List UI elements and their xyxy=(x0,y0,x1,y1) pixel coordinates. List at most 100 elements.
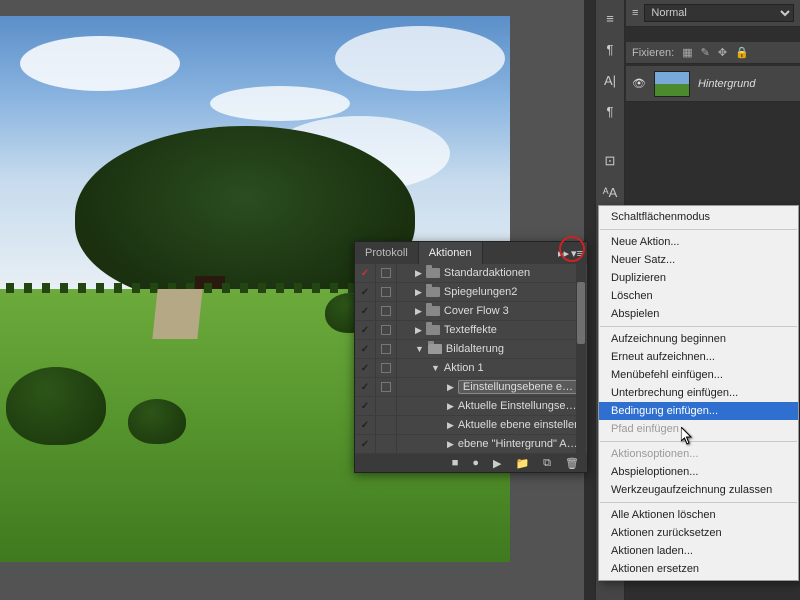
action-label: Aktuelle Einstellungsebe xyxy=(458,400,587,412)
toggle-checkmark[interactable]: ✓ xyxy=(355,359,376,377)
toggle-checkmark[interactable]: ✓ xyxy=(355,378,376,396)
tool-icon[interactable]: ⊡ xyxy=(600,151,621,171)
toggle-checkmark[interactable]: ✓ xyxy=(355,435,376,453)
tool-icon[interactable]: A| xyxy=(600,70,621,90)
tool-icon[interactable]: ≡ xyxy=(600,8,621,28)
dialog-toggle[interactable] xyxy=(376,302,397,320)
menu-item[interactable]: Löschen xyxy=(599,287,798,305)
disclosure-triangle-icon[interactable]: ▶ xyxy=(415,306,422,317)
dialog-toggle[interactable] xyxy=(376,378,397,396)
dialog-toggle[interactable] xyxy=(376,340,397,358)
toggle-checkmark[interactable]: ✓ xyxy=(355,397,376,415)
folder-icon xyxy=(426,268,440,278)
play-icon[interactable]: ▶ xyxy=(493,457,501,470)
tab-actions[interactable]: Aktionen xyxy=(419,242,483,264)
toggle-checkmark[interactable]: ✓ xyxy=(355,340,376,358)
folder-icon xyxy=(426,306,440,316)
action-row[interactable]: ✓ ▼ Bildalterung xyxy=(355,340,587,359)
new-set-icon[interactable]: 📁 xyxy=(515,457,529,470)
lock-move-icon[interactable]: ✥ xyxy=(718,46,727,59)
new-action-icon[interactable]: ⧉ xyxy=(543,457,551,470)
trash-icon[interactable]: 🗑 xyxy=(565,457,579,470)
panel-menu-icon[interactable]: ▾≡ xyxy=(571,247,583,260)
dialog-toggle[interactable] xyxy=(376,397,397,415)
layer-row[interactable]: 👁 Hintergrund xyxy=(626,66,800,102)
dialog-toggle[interactable] xyxy=(376,435,397,453)
menu-item[interactable]: Aktionen laden... xyxy=(599,542,798,560)
tool-icon[interactable]: ᴬA xyxy=(600,182,621,202)
action-row[interactable]: ✓▶Texteffekte xyxy=(355,321,587,340)
menu-item[interactable]: Neuer Satz... xyxy=(599,251,798,269)
action-label: Cover Flow 3 xyxy=(444,305,587,317)
collapse-icon[interactable]: ▸▸ xyxy=(558,247,569,260)
dialog-toggle[interactable] xyxy=(376,321,397,339)
menu-item[interactable]: Erneut aufzeichnen... xyxy=(599,348,798,366)
toggle-checkmark[interactable]: ✓ xyxy=(355,321,376,339)
menu-item[interactable]: Werkzeugaufzeichnung zulassen xyxy=(599,481,798,499)
action-label: Aktuelle ebene einstellen xyxy=(458,419,587,431)
action-row[interactable]: ✓ ▶ Aktuelle ebene einstellen xyxy=(355,416,587,435)
layer-name[interactable]: Hintergrund xyxy=(698,78,755,90)
action-row[interactable]: ✓▼Aktion 1 xyxy=(355,359,587,378)
action-row[interactable]: ✓ ▶ Standardaktionen xyxy=(355,264,587,283)
disclosure-triangle-icon[interactable]: ▶ xyxy=(415,325,422,336)
lock-all-icon[interactable]: 🔒 xyxy=(735,46,749,59)
panel-menu-icon[interactable]: ≡ xyxy=(632,7,638,19)
disclosure-triangle-icon[interactable]: ▶ xyxy=(447,420,454,431)
menu-item[interactable]: Aktionen zurücksetzen xyxy=(599,524,798,542)
lock-transparency-icon[interactable]: ▦ xyxy=(682,46,692,59)
dialog-toggle[interactable] xyxy=(376,359,397,377)
toggle-checkmark[interactable]: ✓ xyxy=(355,283,376,301)
lock-label: Fixieren: xyxy=(632,47,674,59)
action-row[interactable]: ✓ ▶ Cover Flow 3 xyxy=(355,302,587,321)
layer-thumbnail[interactable] xyxy=(654,71,690,97)
blend-mode-select[interactable]: Normal xyxy=(644,4,794,22)
action-row[interactable]: ✓▶ebene "Hintergrund" Aus xyxy=(355,435,587,454)
folder-icon xyxy=(426,325,440,335)
disclosure-triangle-icon[interactable]: ▶ xyxy=(415,287,422,298)
dialog-toggle[interactable] xyxy=(376,416,397,434)
toggle-checkmark[interactable]: ✓ xyxy=(355,264,376,282)
toggle-checkmark[interactable]: ✓ xyxy=(355,416,376,434)
disclosure-triangle-icon[interactable]: ▶ xyxy=(447,401,454,412)
dialog-toggle[interactable] xyxy=(376,264,397,282)
disclosure-triangle-icon[interactable]: ▼ xyxy=(431,363,440,373)
canvas-bush xyxy=(128,399,186,444)
action-label: Bildalterung xyxy=(446,343,587,355)
action-row[interactable]: ✓▶Spiegelungen2 xyxy=(355,283,587,302)
scroll-thumb[interactable] xyxy=(577,282,585,344)
tool-icon[interactable]: ¶ xyxy=(600,39,621,59)
menu-item[interactable]: Duplizieren xyxy=(599,269,798,287)
action-row[interactable]: ✓▶Einstellungsebene erstell xyxy=(355,378,587,397)
menu-item: Aktionsoptionen... xyxy=(599,445,798,463)
menu-item[interactable]: Schaltflächenmodus xyxy=(599,208,798,226)
menu-item[interactable]: Abspieloptionen... xyxy=(599,463,798,481)
lock-brush-icon[interactable]: ✎ xyxy=(701,46,710,59)
disclosure-triangle-icon[interactable]: ▶ xyxy=(447,439,454,450)
menu-item[interactable]: Aufzeichnung beginnen xyxy=(599,330,798,348)
tool-icon[interactable]: ¶ xyxy=(600,101,621,121)
toggle-checkmark[interactable]: ✓ xyxy=(355,302,376,320)
stop-icon[interactable]: ■ xyxy=(452,457,459,469)
visibility-eye-icon[interactable]: 👁 xyxy=(632,77,646,90)
menu-item[interactable]: Bedingung einfügen... xyxy=(599,402,798,420)
disclosure-triangle-icon[interactable]: ▼ xyxy=(415,344,424,354)
actions-panel: Protokoll Aktionen ▸▸ ▾≡ ✓ ▶ Standardaktio… xyxy=(354,241,588,473)
tab-protocol[interactable]: Protokoll xyxy=(355,242,419,264)
disclosure-triangle-icon[interactable]: ▶ xyxy=(415,268,422,279)
menu-item[interactable]: Unterbrechung einfügen... xyxy=(599,384,798,402)
folder-icon xyxy=(426,287,440,297)
dialog-toggle[interactable] xyxy=(376,283,397,301)
menu-item[interactable]: Menübefehl einfügen... xyxy=(599,366,798,384)
menu-item[interactable]: Abspielen xyxy=(599,305,798,323)
menu-item[interactable]: Alle Aktionen löschen xyxy=(599,506,798,524)
actions-list: ✓▶Standardaktionen✓▶Spiegelungen2✓▶Cover… xyxy=(355,264,587,454)
disclosure-triangle-icon[interactable]: ▶ xyxy=(447,382,454,393)
menu-separator xyxy=(600,229,797,230)
menu-item[interactable]: Neue Aktion... xyxy=(599,233,798,251)
menu-item[interactable]: Aktionen ersetzen xyxy=(599,560,798,578)
actions-scrollbar[interactable] xyxy=(576,264,586,454)
action-label: Standardaktionen xyxy=(444,267,587,279)
record-icon[interactable]: ● xyxy=(472,457,479,469)
action-row[interactable]: ✓ ▶ Aktuelle Einstellungsebe xyxy=(355,397,587,416)
